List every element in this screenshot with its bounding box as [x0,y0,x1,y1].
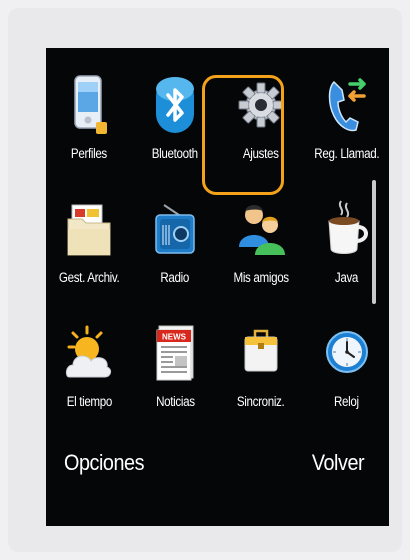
scrollbar[interactable] [372,180,376,304]
menu-item-label: Sincroniz. [237,394,285,409]
menu-item-el-tiempo[interactable]: El tiempo [46,314,132,438]
page-card: Perfiles Bluetooth Ajustes Reg. Llamad. … [8,8,402,552]
menu-item-label: Bluetooth [152,146,198,161]
app-menu-grid: Perfiles Bluetooth Ajustes Reg. Llamad. … [46,66,389,438]
menu-item-reloj[interactable]: Reloj [304,314,389,438]
menu-item-label: Java [334,270,359,285]
menu-item-mis-amigos[interactable]: Mis amigos [218,190,304,314]
menu-item-label: Radio [160,270,190,285]
radio-icon [150,194,200,264]
phone-profile-icon [64,70,114,140]
menu-item-label: Reg. Llamad. [314,146,379,161]
menu-item-reg-llamad[interactable]: Reg. Llamad. [304,66,389,190]
sync-briefcase-icon [236,318,286,388]
gear-icon [236,70,286,140]
menu-item-radio[interactable]: Radio [132,190,218,314]
options-softkey[interactable]: Opciones [64,450,145,476]
menu-item-label: Noticias [155,394,195,409]
menu-item-label: Ajustes [243,146,279,161]
folder-icon [64,194,114,264]
weather-icon [64,318,114,388]
phone-screen: Perfiles Bluetooth Ajustes Reg. Llamad. … [46,48,389,526]
menu-item-label: Perfiles [71,146,107,161]
menu-item-gest-archiv[interactable]: Gest. Archiv. [46,190,132,314]
menu-item-label: El tiempo [66,394,112,409]
menu-item-noticias[interactable]: NEWS Noticias [132,314,218,438]
back-softkey[interactable]: Volver [312,450,365,476]
menu-item-sincroniz[interactable]: Sincroniz. [218,314,304,438]
call-log-icon [322,70,372,140]
clock-icon [322,318,372,388]
menu-item-bluetooth[interactable]: Bluetooth [132,66,218,190]
friends-icon [236,194,286,264]
menu-item-java[interactable]: Java [304,190,389,314]
menu-item-ajustes[interactable]: Ajustes [218,66,304,190]
menu-item-label: Mis amigos [233,270,289,285]
menu-item-label: Gest. Archiv. [58,270,120,285]
svg-text:NEWS: NEWS [162,333,187,342]
news-icon: NEWS [150,318,200,388]
menu-item-label: Reloj [334,394,359,409]
coffee-cup-icon [322,194,372,264]
menu-item-perfiles[interactable]: Perfiles [46,66,132,190]
bluetooth-icon [150,70,200,140]
